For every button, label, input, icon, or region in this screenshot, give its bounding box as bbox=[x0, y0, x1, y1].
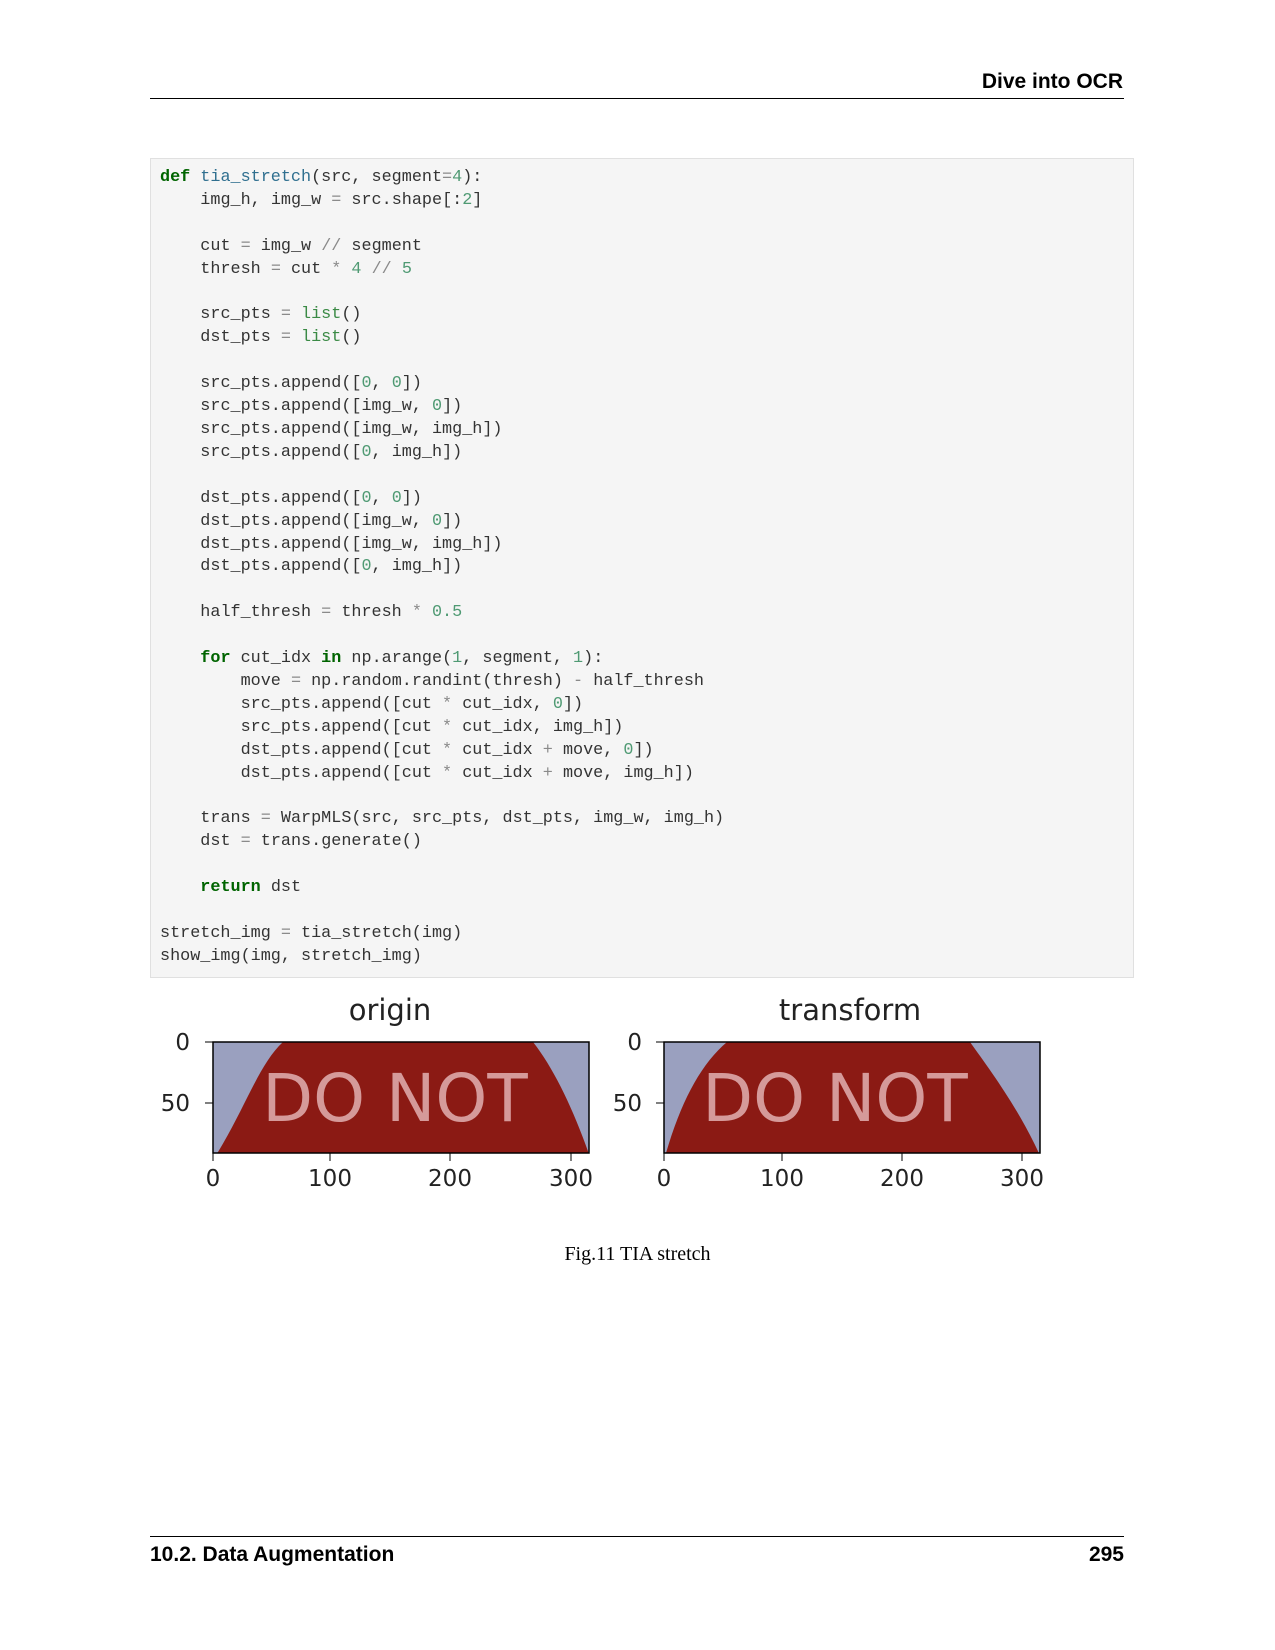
code-line: src_pts.append([img_w, 0]) bbox=[200, 397, 463, 417]
y-tick-label: 0 bbox=[627, 1030, 642, 1056]
x-tick-label: 0 bbox=[657, 1166, 672, 1192]
x-tick-label: 100 bbox=[760, 1166, 804, 1192]
y-axis-transform: 0 50 bbox=[613, 1030, 664, 1117]
panel-title-origin: origin bbox=[349, 993, 432, 1027]
y-tick-label: 0 bbox=[175, 1030, 190, 1056]
panel-origin: origin DO NOT 0 100 200 300 0 50 bbox=[161, 993, 593, 1192]
code-line: dst_pts.append([cut * cut_idx + move, im… bbox=[240, 763, 694, 783]
x-tick-label: 100 bbox=[308, 1166, 352, 1192]
x-axis-origin: 0 100 200 300 bbox=[206, 1153, 593, 1192]
code-line: for cut_idx in np.arange(1, segment, 1): bbox=[200, 649, 604, 669]
x-tick-label: 200 bbox=[880, 1166, 924, 1192]
figure: origin DO NOT 0 100 200 300 0 50 transfo… bbox=[150, 985, 1124, 1215]
page-number: 295 bbox=[1088, 1543, 1124, 1566]
code-line: def tia_stretch(src, segment=4): bbox=[160, 168, 483, 187]
code-line: cut = img_w // segment bbox=[200, 236, 422, 256]
sign-image-origin: DO NOT bbox=[217, 1042, 589, 1153]
code-line: src_pts.append([0, 0]) bbox=[200, 374, 422, 394]
code-line: show_img(img, stretch_img) bbox=[160, 946, 422, 966]
footer-section-title: 10.2. Data Augmentation bbox=[150, 1543, 395, 1566]
x-tick-label: 300 bbox=[549, 1166, 593, 1192]
code-line: dst = trans.generate() bbox=[200, 832, 422, 852]
y-tick-label: 50 bbox=[613, 1091, 642, 1117]
code-line: dst_pts.append([0, img_h]) bbox=[200, 557, 463, 577]
panel-title-transform: transform bbox=[779, 993, 921, 1027]
panel-transform: transform DO NOT 0 100 200 300 0 50 bbox=[613, 993, 1044, 1192]
y-tick-label: 50 bbox=[161, 1091, 190, 1117]
code-line: trans = WarpMLS(src, src_pts, dst_pts, i… bbox=[200, 809, 725, 829]
code-listing: def tia_stretch(src, segment=4): img_h, … bbox=[160, 167, 724, 969]
code-line: half_thresh = thresh * 0.5 bbox=[200, 603, 463, 623]
code-line: dst_pts.append([0, 0]) bbox=[200, 488, 422, 508]
figure-panels: origin DO NOT 0 100 200 300 0 50 transfo… bbox=[161, 993, 1044, 1192]
code-line: dst_pts.append([img_w, img_h]) bbox=[200, 534, 503, 554]
code-line: thresh = cut * 4 // 5 bbox=[200, 259, 412, 279]
sign-text-transform: DO NOT bbox=[702, 1060, 968, 1137]
x-tick-label: 0 bbox=[206, 1166, 221, 1192]
code-line: src_pts.append([cut * cut_idx, img_h]) bbox=[240, 717, 624, 737]
figure-caption: Fig.11 TIA stretch bbox=[564, 1243, 711, 1265]
header-rule bbox=[150, 98, 1124, 99]
x-tick-label: 200 bbox=[428, 1166, 472, 1192]
code-line: move = np.random.randint(thresh) - half_… bbox=[240, 671, 704, 691]
y-axis-origin: 0 50 bbox=[161, 1030, 213, 1117]
footer-rule bbox=[150, 1536, 1124, 1537]
sign-text-origin: DO NOT bbox=[262, 1060, 528, 1137]
code-line: stretch_img = tia_stretch(img) bbox=[160, 923, 463, 943]
running-header: Dive into OCR bbox=[981, 70, 1123, 93]
code-line: dst_pts.append([cut * cut_idx + move, 0]… bbox=[240, 740, 654, 760]
code-line: src_pts = list() bbox=[200, 305, 362, 325]
code-line: src_pts.append([0, img_h]) bbox=[200, 442, 463, 462]
code-line: src_pts.append([img_w, img_h]) bbox=[200, 419, 503, 439]
code-block: def tia_stretch(src, segment=4): img_h, … bbox=[150, 158, 1134, 978]
x-tick-label: 300 bbox=[1000, 1166, 1044, 1192]
code-line: return dst bbox=[200, 878, 302, 898]
code-line: src_pts.append([cut * cut_idx, 0]) bbox=[240, 694, 584, 714]
code-line: img_h, img_w = src.shape[:2] bbox=[200, 190, 483, 210]
code-line: dst_pts.append([img_w, 0]) bbox=[200, 511, 463, 531]
code-line: dst_pts = list() bbox=[200, 328, 362, 348]
x-axis-transform: 0 100 200 300 bbox=[657, 1153, 1044, 1192]
